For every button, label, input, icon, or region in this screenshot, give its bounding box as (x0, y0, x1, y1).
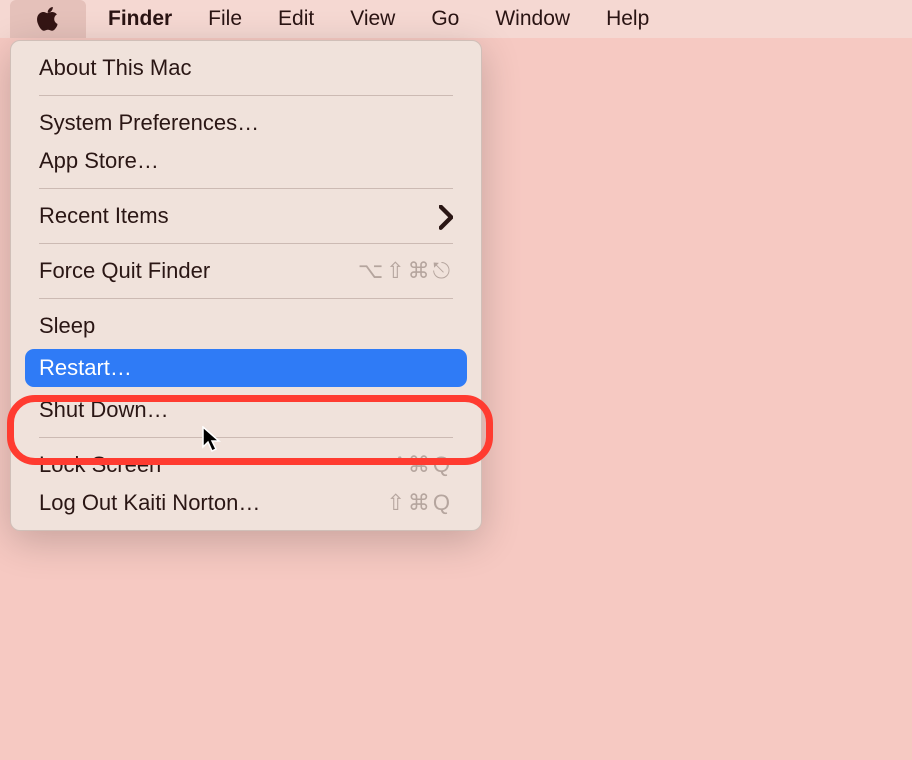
apple-dropdown-menu: About This Mac System Preferences… App S… (10, 40, 482, 531)
keyboard-shortcut: ⇧⌘Q (386, 490, 453, 516)
menu-item-label: App Store… (39, 148, 453, 174)
menu-item-label: Log Out Kaiti Norton… (39, 490, 386, 516)
apple-icon (36, 6, 60, 32)
menu-item-system-preferences[interactable]: System Preferences… (11, 104, 481, 142)
menu-item-label: About This Mac (39, 55, 453, 81)
menu-divider (39, 95, 453, 96)
menu-item-shutdown[interactable]: Shut Down… (11, 391, 481, 429)
menu-item-about[interactable]: About This Mac (11, 49, 481, 87)
menu-file[interactable]: File (190, 0, 260, 38)
menu-item-label: Restart… (39, 355, 453, 381)
menu-item-lock-screen[interactable]: Lock Screen ^⌘Q (11, 446, 481, 484)
keyboard-shortcut: ⌥⇧⌘⎋ (358, 258, 453, 284)
menu-divider (39, 437, 453, 438)
menu-item-restart[interactable]: Restart… (25, 349, 467, 387)
keyboard-shortcut: ^⌘Q (395, 452, 453, 478)
menu-bar: Finder File Edit View Go Window Help (0, 0, 912, 38)
menu-item-label: Shut Down… (39, 397, 453, 423)
menu-item-label: System Preferences… (39, 110, 453, 136)
menu-item-app-store[interactable]: App Store… (11, 142, 481, 180)
menu-item-label: Sleep (39, 313, 453, 339)
menu-item-label: Force Quit Finder (39, 258, 358, 284)
menu-item-sleep[interactable]: Sleep (11, 307, 481, 345)
menu-item-label: Lock Screen (39, 452, 395, 478)
menu-app-name[interactable]: Finder (86, 0, 190, 38)
menu-item-recent-items[interactable]: Recent Items (11, 197, 481, 235)
menu-window[interactable]: Window (477, 0, 588, 38)
apple-menu-button[interactable] (10, 0, 86, 38)
menu-go[interactable]: Go (413, 0, 477, 38)
menu-view[interactable]: View (332, 0, 413, 38)
menu-item-label: Recent Items (39, 203, 439, 229)
menu-divider (39, 188, 453, 189)
menu-divider (39, 243, 453, 244)
menu-item-logout[interactable]: Log Out Kaiti Norton… ⇧⌘Q (11, 484, 481, 522)
menu-help[interactable]: Help (588, 0, 667, 38)
chevron-right-icon (439, 205, 453, 227)
menu-divider (39, 298, 453, 299)
menu-edit[interactable]: Edit (260, 0, 332, 38)
menu-item-force-quit[interactable]: Force Quit Finder ⌥⇧⌘⎋ (11, 252, 481, 290)
